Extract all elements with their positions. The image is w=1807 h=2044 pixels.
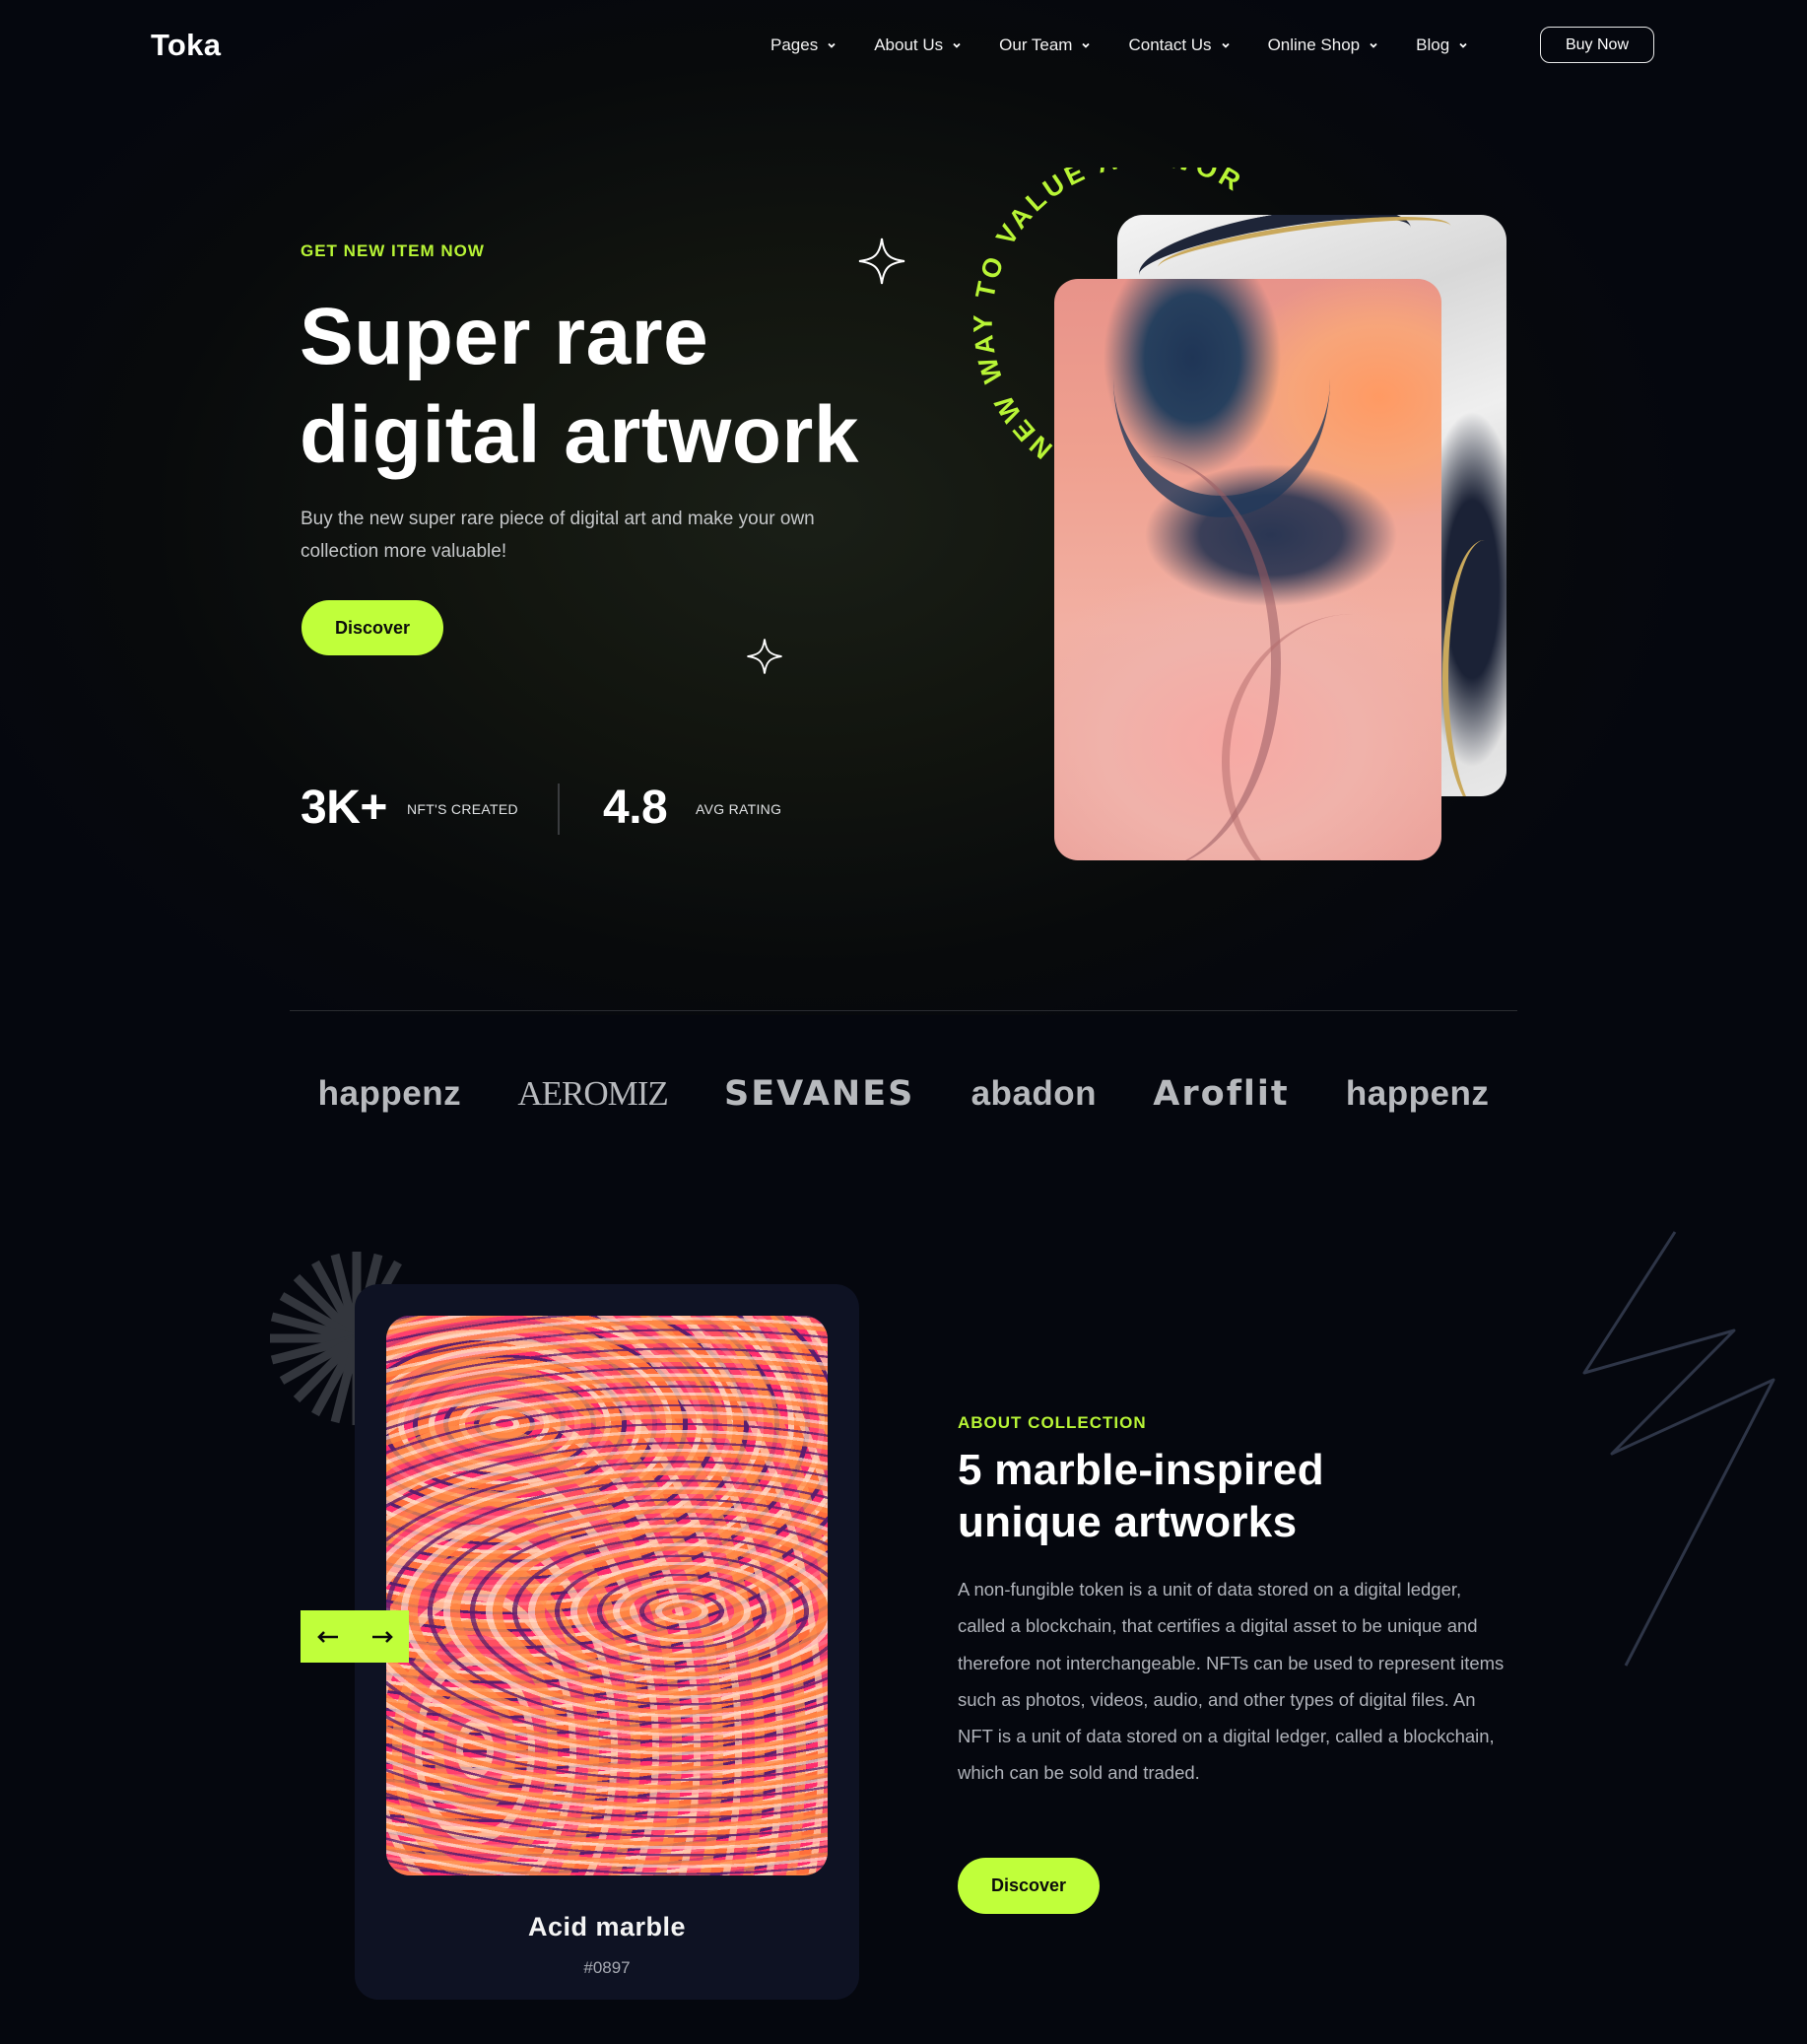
chevron-down-icon <box>953 42 961 48</box>
buy-now-button[interactable]: Buy Now <box>1540 27 1654 63</box>
menu-item-label: Pages <box>770 35 819 54</box>
about-description: A non-fungible token is a unit of data s… <box>958 1579 1505 1784</box>
squiggle-decoration <box>1582 1231 1775 1667</box>
about-title-line2: unique artworks <box>958 1498 1298 1546</box>
about-eyebrow: ABOUT COLLECTION <box>958 1413 1147 1432</box>
menu-item-label: About Us <box>874 35 944 54</box>
sparkle-icon <box>747 639 782 674</box>
brand-logo: Aroflit <box>1153 1074 1290 1114</box>
chevron-down-icon <box>1082 42 1091 48</box>
menu-item-blog[interactable]: Blog <box>1416 35 1468 55</box>
menu-item-contact-us[interactable]: Contact Us <box>1128 35 1230 55</box>
about-discover-button[interactable]: Discover <box>958 1858 1100 1914</box>
curved-tagline: NEW WAY TO VALUE ARTWORKS <box>946 168 1248 464</box>
chevron-down-icon <box>1370 42 1377 48</box>
arrow-right-icon <box>371 1630 393 1643</box>
menu-item-label: Blog <box>1416 35 1450 54</box>
brand-logo: happenz <box>1345 1074 1490 1113</box>
carousel-prev-button[interactable] <box>301 1610 355 1663</box>
hero-title: Super rare digital artwork <box>300 288 930 485</box>
hero-discover-button[interactable]: Discover <box>301 600 443 655</box>
carousel-next-button[interactable] <box>355 1610 409 1663</box>
stat-label-rating: AVG RATING <box>696 801 782 817</box>
stat-label-nfts: NFT'S CREATED <box>407 801 518 817</box>
menu-item-label: Our Team <box>999 35 1073 54</box>
artwork-card-code: #0897 <box>583 1958 631 1977</box>
chevron-down-icon <box>1221 42 1230 48</box>
stat-value-rating: 4.8 <box>603 782 668 834</box>
about-title: 5 marble-inspired unique artworks <box>958 1444 1470 1548</box>
hero-title-line1: Super rare <box>300 292 709 381</box>
brand-logo: abadon <box>970 1074 1098 1113</box>
menu-item-pages[interactable]: Pages <box>770 35 837 55</box>
site-logo[interactable]: Toka <box>151 28 221 63</box>
curved-tagline-text: NEW WAY TO VALUE ARTWORKS <box>946 168 1244 464</box>
menu-item-online-shop[interactable]: Online Shop <box>1268 35 1379 55</box>
brand-logo: happenz <box>317 1074 462 1113</box>
stat-value-nfts: 3K+ <box>301 782 387 834</box>
menu-item-label: Contact Us <box>1128 35 1212 54</box>
brand-logo: SEVANES <box>724 1074 915 1114</box>
stat-divider <box>558 784 560 835</box>
hero-background <box>0 0 1807 1015</box>
arrow-left-icon <box>316 1630 338 1643</box>
artwork-card-image <box>386 1316 828 1875</box>
brand-logo: AEROMIZ <box>517 1074 668 1113</box>
top-navigation: Toka Pages About Us Our Team Contact Us … <box>0 0 1807 94</box>
hero-eyebrow: GET NEW ITEM NOW <box>301 241 485 260</box>
chevron-down-icon <box>1459 42 1467 48</box>
section-divider <box>290 1010 1517 1011</box>
hero-title-line2: digital artwork <box>300 390 859 480</box>
about-title-line1: 5 marble-inspired <box>958 1446 1324 1494</box>
carousel-controls <box>301 1610 409 1663</box>
brand-logos: happenz AEROMIZ SEVANES abadon Aroflit h… <box>290 1064 1517 1124</box>
chevron-down-icon <box>828 42 836 48</box>
main-menu: Pages About Us Our Team Contact Us Onlin… <box>770 35 1506 55</box>
menu-item-our-team[interactable]: Our Team <box>999 35 1091 55</box>
artwork-card[interactable]: Acid marble #0897 <box>355 1284 859 2000</box>
menu-item-about-us[interactable]: About Us <box>874 35 962 55</box>
sparkle-icon <box>858 238 905 285</box>
menu-item-label: Online Shop <box>1267 35 1361 54</box>
hero-description: Buy the new super rare piece of digital … <box>301 509 815 562</box>
artwork-card-title: Acid marble <box>527 1912 687 1942</box>
svg-text:NEW WAY TO VALUE ARTWORKS: NEW WAY TO VALUE ARTWORKS <box>946 168 1248 464</box>
